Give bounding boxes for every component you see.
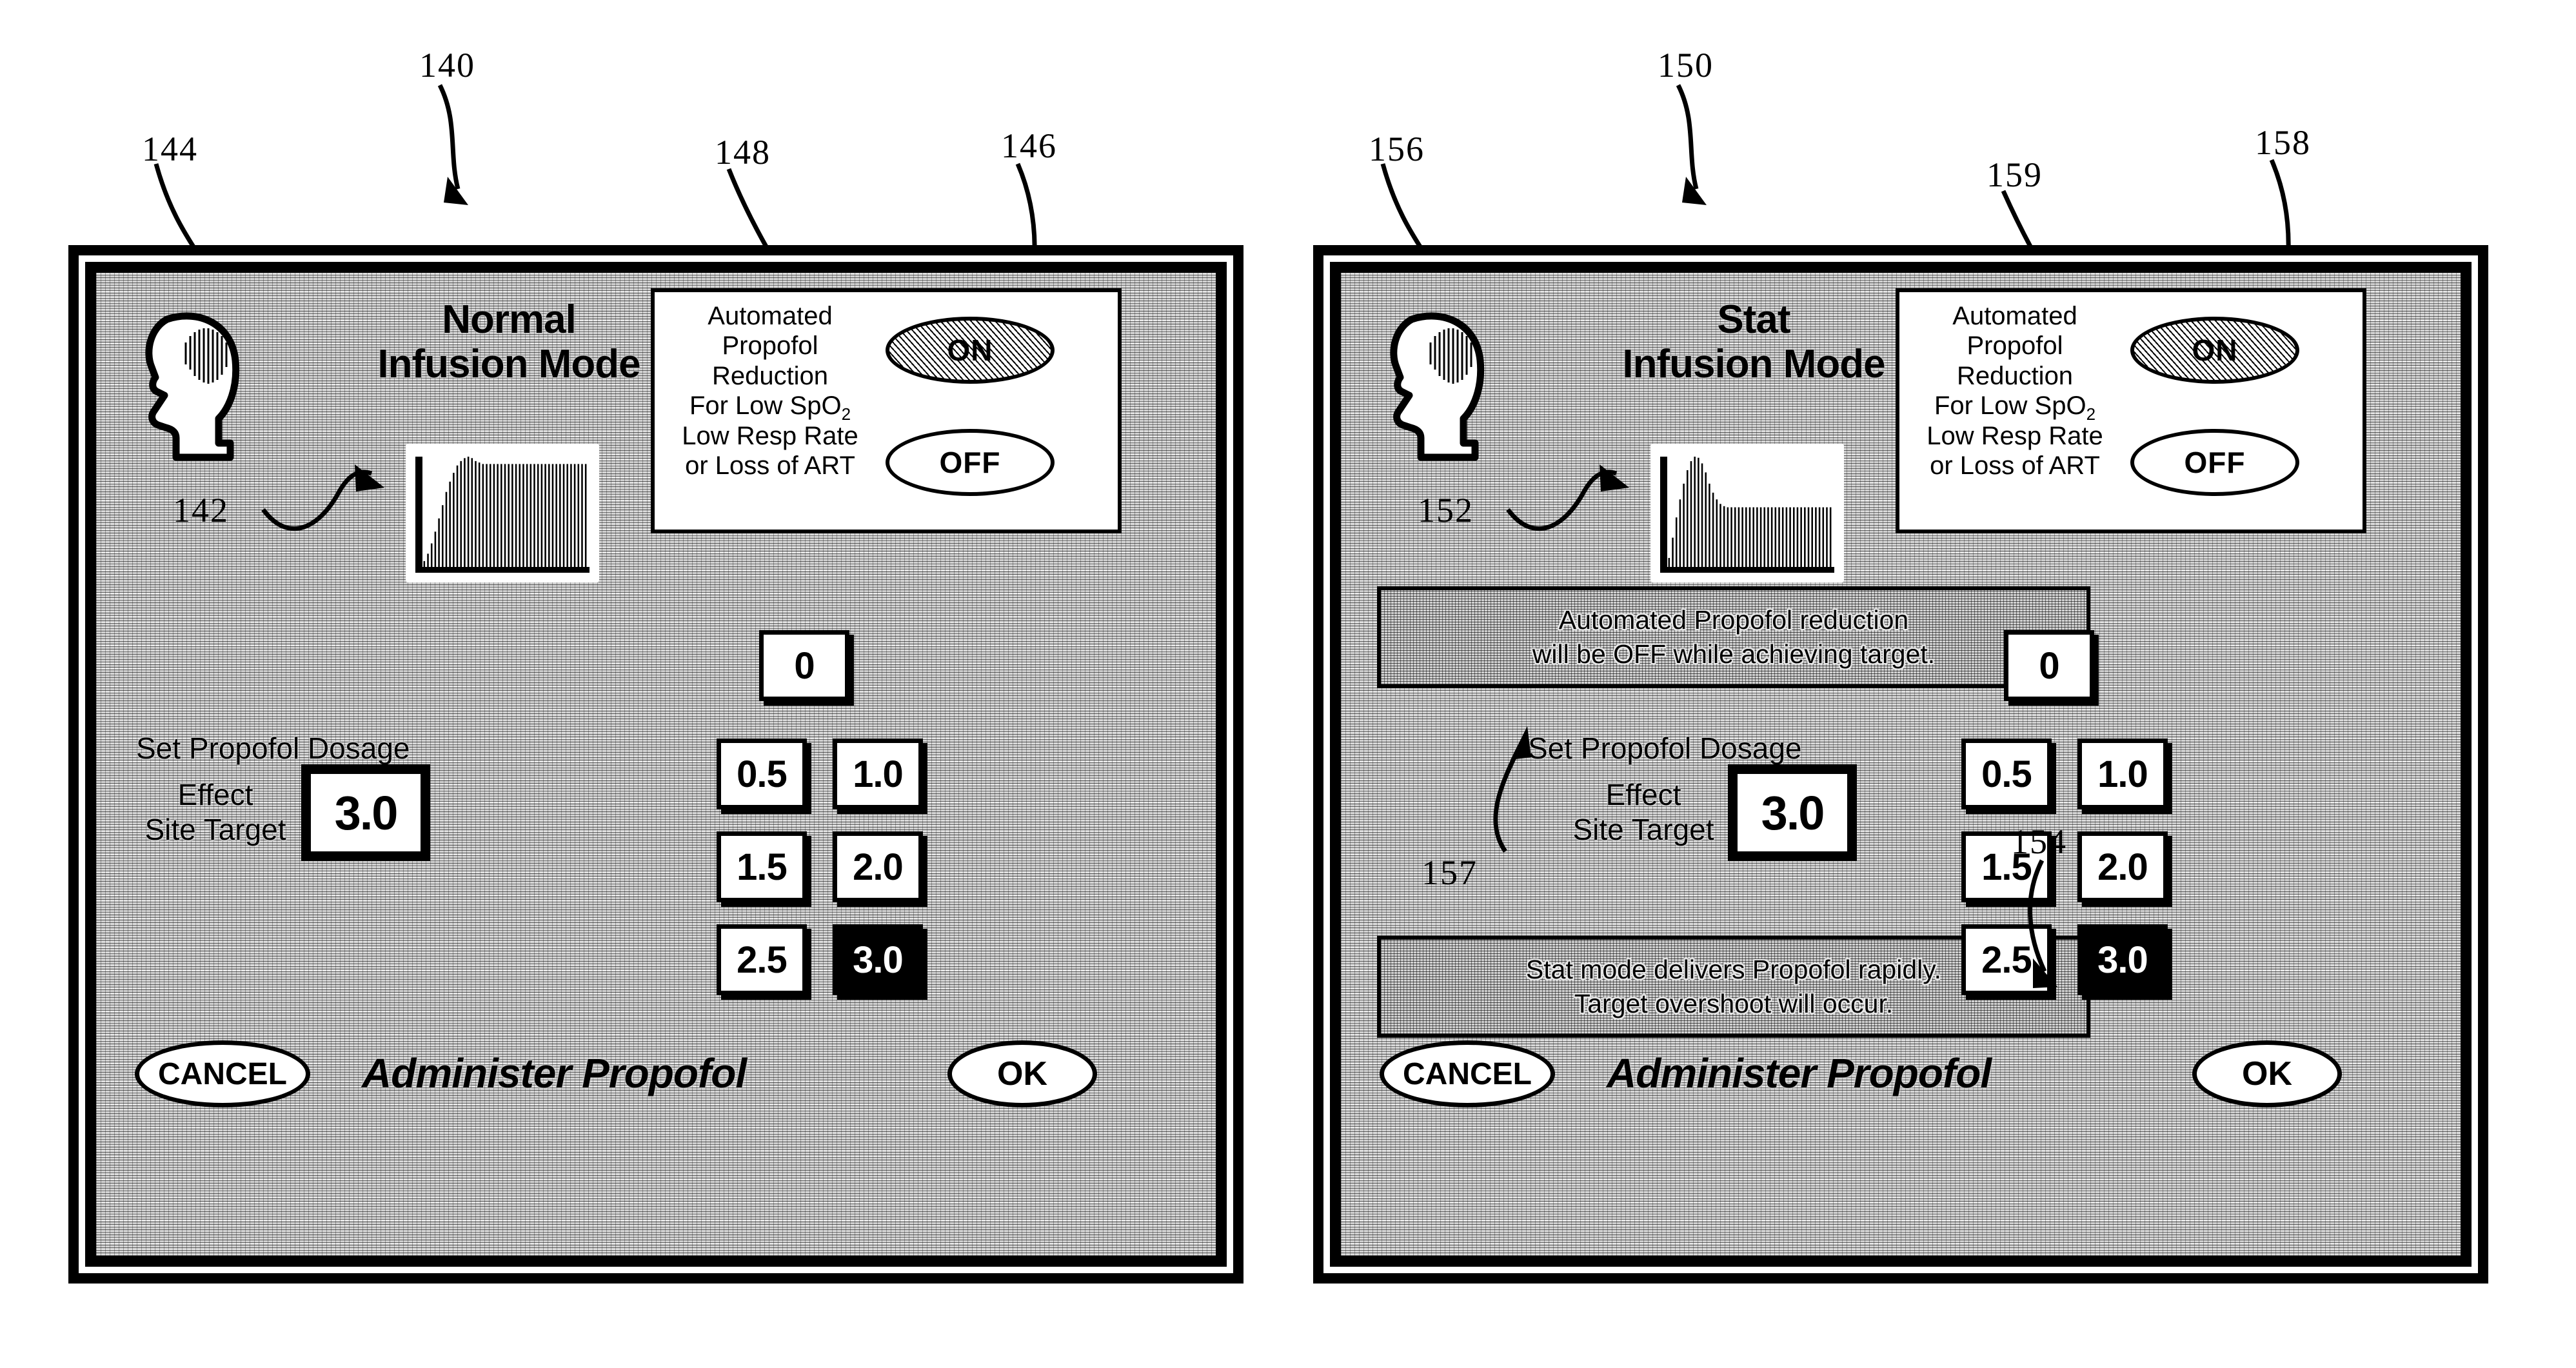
- effect-label-line2: Site Target: [1572, 813, 1714, 847]
- screen-normal: Normal Infusion Mode Automated Propofol …: [96, 273, 1216, 1256]
- apr-off-notice-line1: Automated Propofol reduction: [1558, 604, 1909, 635]
- ref-numeral-156: 156: [1369, 130, 1425, 168]
- apr-toggle-group-normal: ON OFF: [874, 292, 1118, 530]
- set-propofol-dosage-label-normal: Set Propofol Dosage: [136, 731, 410, 765]
- ref-numeral-146: 146: [1001, 126, 1057, 165]
- dose-button-3.0-stat[interactable]: 3.0: [2077, 924, 2168, 995]
- patient-head-icon: [128, 305, 251, 466]
- apr-line-2: Propofol: [1967, 332, 2063, 361]
- apr-line-2: Propofol: [722, 332, 818, 361]
- stat-overshoot-line2: Target overshoot will occur.: [1574, 989, 1894, 1018]
- apr-on-label: ON: [2192, 333, 2238, 367]
- effect-label-line2: Site Target: [144, 813, 286, 847]
- ok-button-normal[interactable]: OK: [947, 1040, 1097, 1107]
- dose-button-0-stat[interactable]: 0: [2004, 630, 2094, 701]
- ref-numeral-152: 152: [1418, 491, 1474, 530]
- ref-numeral-142: 142: [173, 491, 229, 530]
- apr-off-button-normal[interactable]: OFF: [886, 429, 1055, 496]
- apr-line-4: For Low SpO2: [1914, 391, 2116, 424]
- apr-panel-normal: Automated Propofol Reduction For Low SpO…: [651, 288, 1122, 533]
- set-propofol-dosage-label-stat: Set Propofol Dosage: [1528, 731, 1802, 765]
- apr-off-notice-stat: Automated Propofol reduction will be OFF…: [1377, 586, 2090, 688]
- apr-line-6: or Loss of ART: [1930, 451, 2100, 480]
- apr-line-5: Low Resp Rate: [682, 421, 858, 450]
- apr-line-4-text: For Low SpO: [689, 392, 842, 421]
- dose-button-2.5-normal[interactable]: 2.5: [717, 924, 807, 995]
- dose-button-1.0-stat[interactable]: 1.0: [2077, 739, 2168, 809]
- screen-stat: Stat Infusion Mode Automated Propofol Re…: [1341, 273, 2461, 1256]
- device-panel-stat: Stat Infusion Mode Automated Propofol Re…: [1313, 245, 2488, 1284]
- ok-button-stat[interactable]: OK: [2192, 1040, 2342, 1107]
- effect-site-target-value-stat: 3.0: [1735, 771, 1850, 854]
- stat-graph-svg: [1660, 457, 1834, 573]
- normal-graph-svg: [415, 457, 590, 573]
- apr-line-1: Automated: [1952, 302, 2077, 330]
- effect-site-target-value-normal: 3.0: [308, 771, 423, 854]
- device-panel-normal: Normal Infusion Mode Automated Propofol …: [68, 245, 1243, 1284]
- effect-site-target-readout-stat: 3.0: [1728, 764, 1857, 861]
- apr-line-4-sub: 2: [841, 404, 851, 424]
- ref-numeral-154: 154: [2011, 822, 2067, 861]
- apr-description-stat: Automated Propofol Reduction For Low SpO…: [1899, 292, 2119, 481]
- apr-line-3: Reduction: [711, 361, 829, 390]
- dose-button-0.5-normal[interactable]: 0.5: [717, 739, 807, 809]
- apr-off-notice-line2: will be OFF while achieving target.: [1532, 639, 1936, 669]
- apr-off-label: OFF: [939, 446, 1001, 479]
- dose-button-2.5-stat[interactable]: 2.5: [1961, 924, 2052, 995]
- ref-numeral-150: 150: [1658, 46, 1714, 84]
- dose-button-2.0-stat[interactable]: 2.0: [2077, 831, 2168, 902]
- apr-line-3: Reduction: [1956, 361, 2074, 390]
- device-bezel-inner-normal: Normal Infusion Mode Automated Propofol …: [85, 262, 1227, 1267]
- dose-button-3.0-normal[interactable]: 3.0: [833, 924, 923, 995]
- normal-infusion-profile-graph: [406, 444, 599, 582]
- ref-numeral-148: 148: [715, 133, 771, 172]
- apr-description-normal: Automated Propofol Reduction For Low SpO…: [655, 292, 874, 481]
- apr-line-4-text: For Low SpO: [1934, 392, 2086, 421]
- leader-line-150: [1669, 83, 1753, 237]
- apr-off-button-stat[interactable]: OFF: [2130, 429, 2299, 496]
- apr-line-6: or Loss of ART: [685, 451, 855, 480]
- apr-toggle-group-stat: ON OFF: [2119, 292, 2363, 530]
- stat-overshoot-line1: Stat mode delivers Propofol rapidly.: [1525, 954, 1942, 984]
- apr-line-4-sub: 2: [2086, 404, 2096, 424]
- dose-button-0.5-stat[interactable]: 0.5: [1961, 739, 2052, 809]
- ref-numeral-159: 159: [1986, 155, 2043, 194]
- administer-propofol-title-normal: Administer Propofol: [362, 1050, 747, 1096]
- effect-site-target-label-normal: Effect Site Target: [135, 777, 296, 848]
- ref-numeral-140: 140: [419, 46, 475, 84]
- apr-panel-stat: Automated Propofol Reduction For Low SpO…: [1896, 288, 2366, 533]
- dose-button-1.0-normal[interactable]: 1.0: [833, 739, 923, 809]
- cancel-button-normal[interactable]: CANCEL: [135, 1040, 310, 1107]
- dose-button-0-normal[interactable]: 0: [759, 630, 849, 701]
- dose-button-2.0-normal[interactable]: 2.0: [833, 831, 923, 902]
- patient-head-icon: [1373, 305, 1496, 466]
- effect-site-target-readout-normal: 3.0: [301, 764, 430, 861]
- apr-on-button-normal[interactable]: ON: [886, 317, 1055, 384]
- apr-on-label: ON: [947, 333, 993, 367]
- leader-line-140: [431, 83, 515, 237]
- apr-on-button-stat[interactable]: ON: [2130, 317, 2299, 384]
- cancel-button-stat[interactable]: CANCEL: [1380, 1040, 1555, 1107]
- device-bezel-inner-stat: Stat Infusion Mode Automated Propofol Re…: [1330, 262, 2472, 1267]
- dose-button-1.5-normal[interactable]: 1.5: [717, 831, 807, 902]
- effect-label-line1: Effect: [177, 778, 253, 811]
- stat-infusion-profile-graph: [1650, 444, 1844, 582]
- effect-label-line1: Effect: [1605, 778, 1681, 811]
- effect-site-target-label-stat: Effect Site Target: [1563, 777, 1724, 848]
- apr-line-1: Automated: [708, 302, 833, 330]
- administer-propofol-title-stat: Administer Propofol: [1607, 1050, 1992, 1096]
- apr-line-4: For Low SpO2: [669, 391, 871, 424]
- apr-off-label: OFF: [2184, 446, 2246, 479]
- ref-numeral-144: 144: [142, 130, 198, 168]
- ref-numeral-157: 157: [1422, 853, 1478, 892]
- ref-numeral-158: 158: [2255, 123, 2311, 162]
- apr-line-5: Low Resp Rate: [1927, 421, 2103, 450]
